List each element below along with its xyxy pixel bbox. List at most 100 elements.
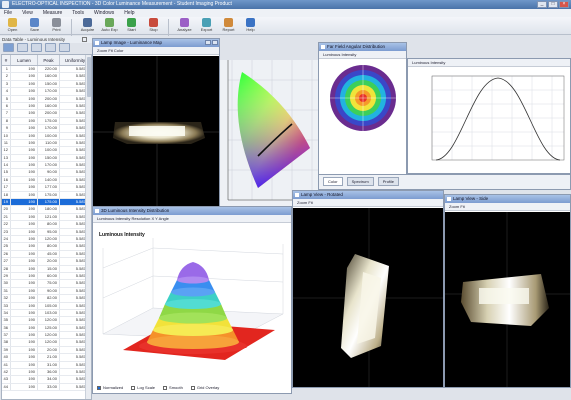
- lamp3-window-title-bar[interactable]: Lamp View - Side: [445, 195, 570, 203]
- table-row[interactable]: 2 190 160.00 5.5875: [2, 73, 91, 81]
- polar-window-toolbar[interactable]: Luminous Intensity: [319, 51, 406, 59]
- table-row[interactable]: 37 190 120.00 5.5875: [2, 332, 91, 340]
- column-header[interactable]: Peak: [38, 55, 60, 65]
- menu-view[interactable]: View: [22, 9, 33, 17]
- minimize-button[interactable]: _: [537, 1, 547, 8]
- table-row[interactable]: 11 190 110.00 5.5875: [2, 139, 91, 148]
- table-row[interactable]: 31 190 90.00 5.5875: [2, 287, 91, 296]
- table-row[interactable]: 5 190 200.00 5.5875: [2, 95, 91, 103]
- tab-report[interactable]: [59, 43, 70, 52]
- plot3d-window[interactable]: 3D Luminous Intensity Distribution Lumin…: [92, 206, 292, 394]
- table-row[interactable]: 16 190 140.00 5.5875: [2, 176, 91, 185]
- table-row[interactable]: 29 190 60.00 5.5875: [2, 272, 91, 281]
- lamp2-window[interactable]: Lamp View - Rotated Zoom Fit: [292, 190, 444, 388]
- lamp2-window-title-bar[interactable]: Lamp View - Rotated: [293, 191, 443, 199]
- table-row[interactable]: 19 190 175.00 5.5875: [2, 199, 91, 207]
- plot3d-window-title-bar[interactable]: 3D Luminous Intensity Distribution: [93, 207, 291, 215]
- table-row[interactable]: 24 190 120.00 5.5875: [2, 235, 91, 244]
- lamp3-window-toolbar[interactable]: Zoom Fit: [445, 203, 570, 211]
- toolbar-button-print[interactable]: Print: [47, 17, 66, 34]
- table-row[interactable]: 40 190 21.00 5.5875: [2, 354, 91, 362]
- tab-spectrum[interactable]: Spectrum: [346, 177, 374, 186]
- table-row[interactable]: 4 190 170.00 5.5875: [2, 88, 91, 96]
- table-row[interactable]: 42 190 36.00 5.5875: [2, 369, 91, 377]
- lamp2-window-toolbar[interactable]: Zoom Fit: [293, 199, 443, 207]
- polar-window-title-bar[interactable]: Far Field Angular Distribution: [319, 43, 406, 51]
- table-row[interactable]: 28 190 15.00 5.5875: [2, 265, 91, 273]
- toolbar-button-stop[interactable]: Stop: [144, 17, 163, 34]
- tab-image[interactable]: [45, 43, 56, 52]
- table-row[interactable]: 27 190 20.00 5.5875: [2, 258, 91, 266]
- plot3d-window-toolbar[interactable]: Luminous Intensity Resolution X Y Angle: [93, 215, 291, 223]
- toolbar-button-start[interactable]: Start: [122, 17, 141, 34]
- table-row[interactable]: 14 190 170.00 5.5875: [2, 162, 91, 170]
- tab-color[interactable]: Color: [323, 177, 343, 186]
- table-row[interactable]: 15 190 90.00 5.5875: [2, 169, 91, 177]
- table-row[interactable]: 13 190 150.00 5.5875: [2, 154, 91, 163]
- scroll-thumb[interactable]: [87, 57, 91, 97]
- intensity-curve-toolbar[interactable]: Luminous Intensity: [408, 59, 570, 67]
- table-row[interactable]: 26 190 45.00 5.5875: [2, 250, 91, 259]
- checkbox[interactable]: [131, 385, 136, 390]
- table-row[interactable]: 17 190 177.00 5.5875: [2, 184, 91, 192]
- table-row[interactable]: 44 190 33.00 5.5875: [2, 383, 91, 392]
- table-row[interactable]: 32 190 82.00 5.5875: [2, 295, 91, 303]
- toolbar-button-export[interactable]: Export: [197, 17, 216, 34]
- table-row[interactable]: 22 190 80.00 5.5875: [2, 221, 91, 229]
- table-row[interactable]: 23 190 95.00 5.5875: [2, 228, 91, 236]
- camera-window-toolbar[interactable]: Zoom Fit Color: [93, 47, 219, 55]
- legend-option[interactable]: Normalized: [97, 385, 123, 390]
- table-row[interactable]: 36 190 125.00 5.5875: [2, 324, 91, 333]
- table-row[interactable]: 10 190 100.00 5.5875: [2, 132, 91, 140]
- lamp3-window[interactable]: Lamp View - Side Zoom Fit: [444, 194, 571, 388]
- polar-window[interactable]: Far Field Angular Distribution Luminous …: [318, 42, 407, 182]
- legend-option[interactable]: Grid Overlay: [190, 385, 219, 390]
- maximize-button[interactable]: □: [548, 1, 558, 8]
- pin-panel-icon[interactable]: [82, 37, 87, 42]
- menu-file[interactable]: File: [4, 9, 12, 17]
- lamp2-image[interactable]: [293, 208, 443, 387]
- toolbar-button-auto-exp[interactable]: Auto Exp: [100, 17, 119, 34]
- toolbar-button-save[interactable]: Save: [25, 17, 44, 34]
- minimize-button[interactable]: [205, 40, 211, 45]
- table-row[interactable]: 9 190 170.00 5.5875: [2, 125, 91, 133]
- table-row[interactable]: 12 190 100.00 5.5875: [2, 147, 91, 155]
- checkbox[interactable]: [163, 385, 168, 390]
- toolbar-button-open[interactable]: Open: [3, 17, 22, 34]
- chromaticity-window[interactable]: [220, 60, 320, 206]
- toolbar-button-help[interactable]: Help: [241, 17, 260, 34]
- lamp3-image[interactable]: [445, 212, 570, 387]
- menu-measure[interactable]: Measure: [43, 9, 62, 17]
- table-row[interactable]: 39 190 20.00 5.5875: [2, 346, 91, 355]
- camera-window-title-bar[interactable]: Lamp Image - Luminance Map: [93, 39, 219, 47]
- menu-help[interactable]: Help: [124, 9, 134, 17]
- table-row[interactable]: 6 190 160.00 5.5875: [2, 102, 91, 111]
- tab-table[interactable]: [3, 43, 14, 52]
- table-row[interactable]: 33 190 105.00 5.5875: [2, 302, 91, 310]
- checkbox[interactable]: [97, 385, 101, 390]
- camera-image[interactable]: [93, 56, 219, 209]
- toolbar-button-analyze[interactable]: Analyze: [175, 17, 194, 34]
- checkbox[interactable]: [190, 385, 195, 390]
- table-row[interactable]: 38 190 120.00 5.5875: [2, 339, 91, 347]
- column-header[interactable]: Lumen: [11, 55, 38, 65]
- table-row[interactable]: 7 190 200.00 5.5875: [2, 110, 91, 118]
- table-row[interactable]: 20 190 180.00 5.5875: [2, 206, 91, 214]
- table-row[interactable]: 1 190 220.00 5.5875: [2, 66, 91, 74]
- intensity-curve-window[interactable]: Luminous Intensity: [407, 58, 571, 174]
- legend-option[interactable]: Smooth: [163, 385, 183, 390]
- menu-tools[interactable]: Tools: [72, 9, 84, 17]
- tab-graph[interactable]: [31, 43, 42, 52]
- table-row[interactable]: 18 190 175.00 5.5875: [2, 191, 91, 200]
- close-button[interactable]: [212, 40, 218, 45]
- tab-profile[interactable]: Profile: [377, 177, 400, 186]
- column-header[interactable]: #: [2, 55, 11, 65]
- legend-option[interactable]: Log Scale: [131, 385, 155, 390]
- camera-window[interactable]: Lamp Image - Luminance Map Zoom Fit Colo…: [92, 38, 220, 210]
- table-row[interactable]: 21 190 121.00 5.5875: [2, 213, 91, 222]
- table-row[interactable]: 30 190 75.00 5.5875: [2, 280, 91, 288]
- table-row[interactable]: 34 190 103.00 5.5875: [2, 309, 91, 318]
- menu-windows[interactable]: Windows: [94, 9, 114, 17]
- table-row[interactable]: 43 190 34.00 5.5875: [2, 376, 91, 384]
- table-scrollbar[interactable]: [85, 55, 91, 399]
